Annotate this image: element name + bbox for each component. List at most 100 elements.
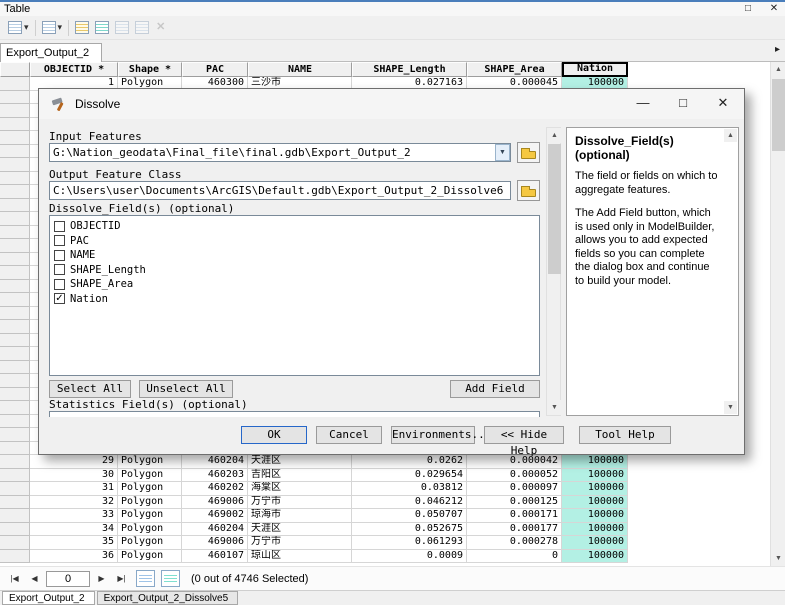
row-selector-cell[interactable] <box>0 172 30 186</box>
row-selector-cell[interactable] <box>0 266 30 280</box>
bottom-tab[interactable]: Export_Output_2_Dissolve5 <box>97 591 239 605</box>
hide-help-button[interactable]: << Hide Help <box>484 426 564 444</box>
dialog-titlebar[interactable]: Dissolve — □ ✕ <box>39 89 744 119</box>
scroll-up-icon[interactable]: ▲ <box>547 128 562 143</box>
row-selector-cell[interactable] <box>0 334 30 348</box>
header-cell-name[interactable]: NAME <box>248 62 352 77</box>
record-number-input[interactable] <box>46 571 90 587</box>
checkbox-unchecked-icon[interactable] <box>54 235 65 246</box>
browse-output-folder-button[interactable] <box>517 180 540 201</box>
row-selector-cell[interactable] <box>0 536 30 550</box>
environments-button[interactable]: Environments... <box>391 426 475 444</box>
row-selector-cell[interactable] <box>0 131 30 145</box>
select-all-button[interactable]: Select All <box>49 380 131 398</box>
row-selector-cell[interactable] <box>0 104 30 118</box>
dialog-minimize-icon[interactable]: — <box>623 90 663 118</box>
row-selector-cell[interactable] <box>0 428 30 442</box>
header-cell-shape-length[interactable]: SHAPE_Length <box>352 62 467 77</box>
scroll-down-icon[interactable]: ▼ <box>547 400 562 415</box>
row-selector-cell[interactable] <box>0 388 30 402</box>
add-field-button[interactable]: Add Field <box>450 380 540 398</box>
ok-button[interactable]: OK <box>241 426 307 444</box>
row-selector-cell[interactable] <box>0 401 30 415</box>
checkbox-checked-icon[interactable]: ✓ <box>54 293 65 304</box>
row-selector-cell[interactable] <box>0 118 30 132</box>
statistics-listbox[interactable] <box>49 411 540 417</box>
row-selector-cell[interactable] <box>0 185 30 199</box>
checkbox-unchecked-icon[interactable] <box>54 279 65 290</box>
row-selector-cell[interactable] <box>0 550 30 564</box>
row-selector-cell[interactable] <box>0 158 30 172</box>
row-selector-cell[interactable] <box>0 347 30 361</box>
checkbox-unchecked-icon[interactable] <box>54 250 65 261</box>
field-checkbox-item[interactable]: NAME <box>50 248 539 263</box>
cancel-button[interactable]: Cancel <box>316 426 382 444</box>
switch-selection-icon[interactable] <box>92 19 112 36</box>
row-selector-cell[interactable] <box>0 91 30 105</box>
tab-scroll-right-icon[interactable]: ▸ <box>775 44 780 55</box>
help-scroll-up-icon[interactable]: ▲ <box>724 129 737 142</box>
select-by-attributes-icon[interactable] <box>72 19 92 36</box>
field-checkbox-item[interactable]: ✓Nation <box>50 292 539 307</box>
scroll-down-icon[interactable]: ▼ <box>771 551 785 566</box>
row-selector-cell[interactable] <box>0 199 30 213</box>
tool-help-button[interactable]: Tool Help <box>579 426 671 444</box>
header-cell-selector[interactable] <box>0 62 30 77</box>
first-record-button[interactable]: |◀ <box>6 571 23 586</box>
maximize-icon[interactable]: □ <box>741 2 755 15</box>
previous-record-button[interactable]: ◀ <box>26 571 43 586</box>
row-selector-cell[interactable] <box>0 212 30 226</box>
scrollbar-thumb[interactable] <box>772 79 785 151</box>
show-selected-records-button[interactable] <box>161 570 180 587</box>
combo-dropdown-icon[interactable]: ▼ <box>495 144 510 161</box>
dialog-scrollbar[interactable]: ▲ ▼ <box>546 127 561 416</box>
field-checkbox-item[interactable]: SHAPE_Length <box>50 263 539 278</box>
row-selector-cell[interactable] <box>0 226 30 240</box>
window-titlebar[interactable]: Table □ ✕ <box>0 2 785 16</box>
field-checkbox-item[interactable]: PAC <box>50 234 539 249</box>
header-cell-shape[interactable]: Shape * <box>118 62 182 77</box>
row-selector-cell[interactable] <box>0 361 30 375</box>
scroll-up-icon[interactable]: ▲ <box>771 62 785 77</box>
header-cell-objectid[interactable]: OBJECTID * <box>30 62 118 77</box>
row-selector-cell[interactable] <box>0 307 30 321</box>
row-selector-cell[interactable] <box>0 253 30 267</box>
dialog-maximize-icon[interactable]: □ <box>663 90 703 118</box>
dialog-close-icon[interactable]: ✕ <box>703 90 743 118</box>
row-selector-cell[interactable] <box>0 509 30 523</box>
table-vertical-scrollbar[interactable]: ▲ ▼ <box>770 62 785 566</box>
dissolve-field-list[interactable]: OBJECTIDPACNAMESHAPE_LengthSHAPE_Area✓Na… <box>49 215 540 376</box>
checkbox-unchecked-icon[interactable] <box>54 264 65 275</box>
row-selector-cell[interactable] <box>0 293 30 307</box>
last-record-button[interactable]: ▶| <box>113 571 130 586</box>
row-selector-cell[interactable] <box>0 145 30 159</box>
next-record-button[interactable]: ▶ <box>93 571 110 586</box>
close-icon[interactable]: ✕ <box>767 2 781 15</box>
scrollbar-thumb[interactable] <box>548 144 561 274</box>
input-features-combo[interactable] <box>49 143 511 162</box>
related-tables-icon[interactable]: ▾ <box>39 19 66 36</box>
dropdown-caret-icon[interactable]: ▾ <box>58 22 63 33</box>
row-selector-cell[interactable] <box>0 455 30 469</box>
field-checkbox-item[interactable]: OBJECTID <box>50 219 539 234</box>
row-selector-cell[interactable] <box>0 496 30 510</box>
row-selector-cell[interactable] <box>0 415 30 429</box>
row-selector-cell[interactable] <box>0 320 30 334</box>
help-scroll-down-icon[interactable]: ▼ <box>724 401 737 414</box>
tab-export-output-2[interactable]: Export_Output_2 <box>0 43 102 62</box>
bottom-tab[interactable]: Export_Output_2 <box>2 591 95 605</box>
row-selector-cell[interactable] <box>0 523 30 537</box>
header-cell-nation[interactable]: Nation <box>562 62 628 77</box>
row-selector-cell[interactable] <box>0 239 30 253</box>
browse-input-folder-button[interactable] <box>517 142 540 163</box>
row-selector-cell[interactable] <box>0 374 30 388</box>
row-selector-cell[interactable] <box>0 442 30 456</box>
dropdown-caret-icon[interactable]: ▾ <box>24 22 29 33</box>
output-input[interactable] <box>49 181 511 200</box>
unselect-all-button[interactable]: Unselect All <box>139 380 233 398</box>
checkbox-unchecked-icon[interactable] <box>54 221 65 232</box>
header-cell-pac[interactable]: PAC <box>182 62 248 77</box>
row-selector-cell[interactable] <box>0 482 30 496</box>
row-selector-cell[interactable] <box>0 469 30 483</box>
row-selector-cell[interactable] <box>0 77 30 91</box>
